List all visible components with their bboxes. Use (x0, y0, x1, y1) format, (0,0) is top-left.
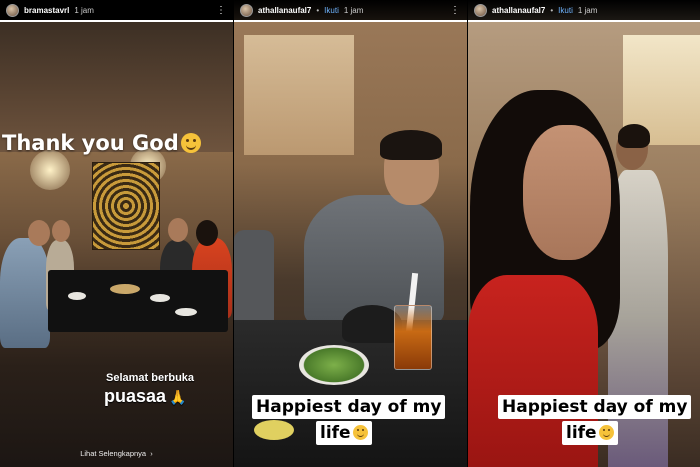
plate (110, 284, 140, 294)
username[interactable]: athallanaufal7 (492, 6, 545, 15)
caption-line-2: puasaa 🙏 (104, 386, 186, 407)
person (0, 238, 50, 348)
person-head (168, 218, 188, 242)
story-progress-bar (234, 20, 467, 22)
timestamp: 1 jam (577, 5, 598, 15)
progress-fill (234, 20, 467, 22)
story-progress-bar (0, 20, 233, 22)
story-header: athallanaufal7 • Ikuti 1 jam ⋮ (234, 0, 467, 20)
decorative-wall-panel (92, 162, 160, 250)
caption-line-2-text: puasaa (104, 386, 167, 406)
follow-button[interactable]: Ikuti (324, 6, 339, 15)
smiling-face-emoji-icon (598, 425, 614, 440)
username[interactable]: athallanaufal7 (258, 6, 311, 15)
story-label-line-1: Happiest day of my (498, 395, 692, 419)
chevron-right-icon: › (148, 449, 153, 458)
headline-text: Thank you God (2, 131, 179, 155)
label-line-2-text: life (566, 423, 597, 443)
person (234, 230, 274, 330)
separator-dot: • (550, 5, 554, 15)
plate (150, 294, 170, 302)
story-panel-3[interactable]: Happiest day of my life athallanaufal7 •… (468, 0, 700, 467)
see-more-link[interactable]: Lihat Selengkapnya › (0, 449, 233, 458)
story-label-line-2: life (562, 421, 618, 445)
avatar[interactable] (474, 3, 487, 17)
avatar[interactable] (240, 3, 253, 17)
person-hair (618, 124, 650, 148)
story-panel-2[interactable]: Happiest day of my life athallanaufal7 •… (234, 0, 467, 467)
more-options-icon[interactable]: ⋮ (216, 5, 227, 16)
story-label-line-1: Happiest day of my (252, 395, 446, 419)
story-header: athallanaufal7 • Ikuti 1 jam (468, 0, 700, 20)
story-panel-1[interactable]: Thank you God Selamat berbuka puasaa 🙏 Li… (0, 0, 233, 467)
ceiling-light (30, 150, 70, 190)
follow-button[interactable]: Ikuti (558, 6, 573, 15)
timestamp: 1 jam (343, 5, 364, 15)
person-head (28, 220, 50, 246)
more-options-icon[interactable]: ⋮ (450, 5, 461, 16)
separator-dot: • (316, 5, 320, 15)
smiling-face-emoji-icon (352, 425, 368, 440)
progress-fill (468, 20, 700, 22)
window-light (244, 35, 354, 155)
story-progress-bar (468, 20, 700, 22)
dining-table (48, 270, 228, 332)
person-head (196, 220, 218, 246)
caption-line-1: Selamat berbuka (106, 372, 195, 384)
folded-hands-emoji-icon: 🙏 (169, 389, 187, 405)
story-headline: Thank you God (2, 131, 201, 155)
person-face (523, 125, 611, 260)
story-header: bramastavrl 1 jam ⋮ (0, 0, 233, 20)
salad-plate (299, 345, 369, 385)
person-hair (380, 130, 442, 160)
plate (175, 308, 197, 316)
iced-tea-glass (394, 305, 432, 370)
label-line-2-text: life (320, 423, 351, 443)
timestamp: 1 jam (74, 5, 94, 15)
see-more-label: Lihat Selengkapnya (80, 449, 147, 458)
plate (254, 420, 294, 440)
smiling-face-emoji-icon (180, 133, 201, 153)
username[interactable]: bramastavrl (24, 6, 69, 15)
story-label-line-2: life (316, 421, 372, 445)
plate (68, 292, 86, 300)
hot-pot (342, 305, 402, 343)
person-head (52, 220, 70, 242)
avatar[interactable] (6, 3, 19, 17)
progress-fill (0, 20, 233, 22)
